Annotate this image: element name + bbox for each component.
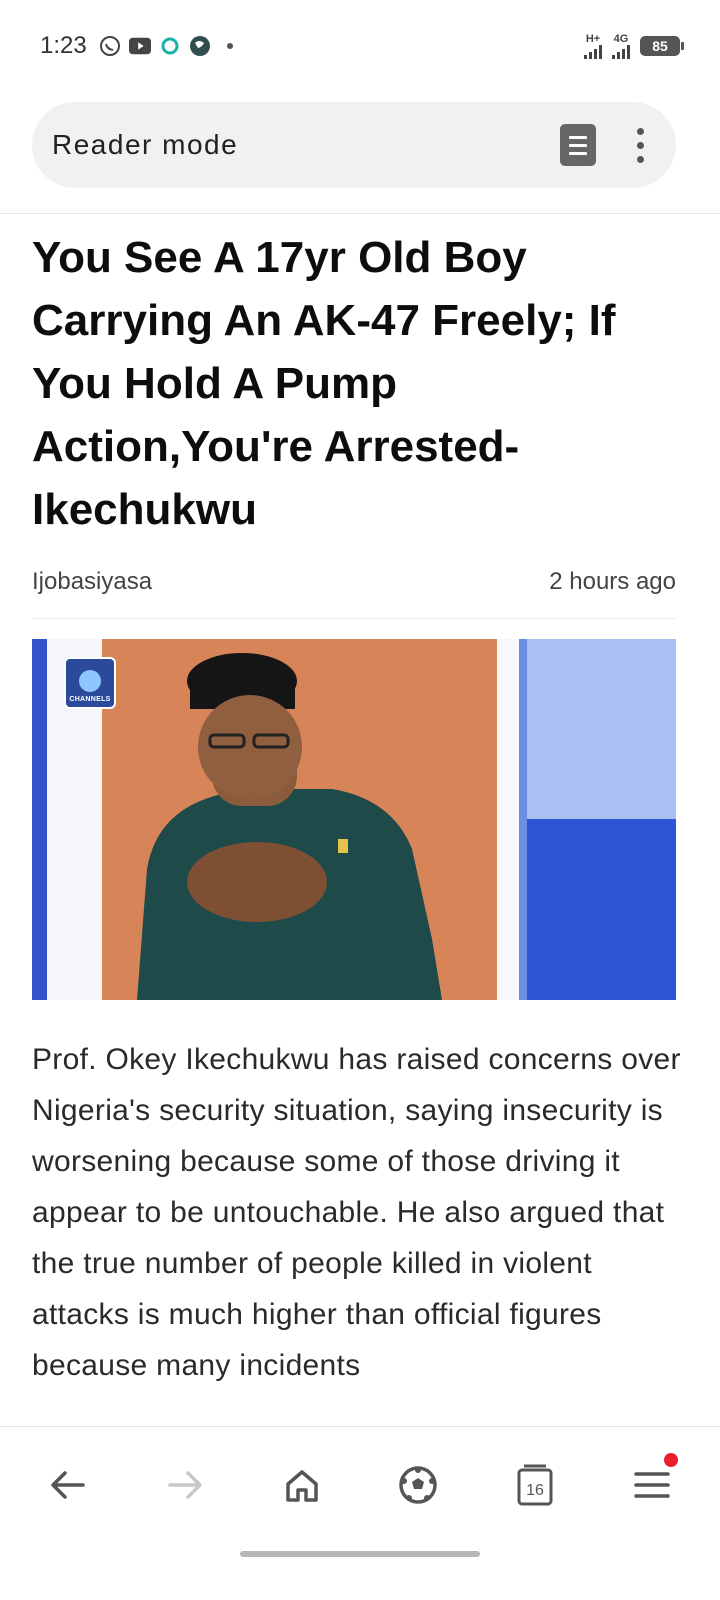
arrow-right-icon — [168, 1471, 202, 1499]
network-type-1: H+ — [585, 32, 601, 45]
battery-icon: 85 — [640, 36, 684, 56]
reader-page: 1:23 H+ 4G 85 Reader mode You See A 17yr… — [0, 0, 720, 1600]
more-vertical-icon — [636, 127, 644, 135]
home-icon — [285, 1470, 318, 1502]
hamburger-menu-icon — [633, 1472, 670, 1498]
youtube-icon — [128, 35, 151, 57]
bottom-navigation: 16 — [0, 1426, 720, 1600]
signal-1: H+ — [584, 32, 602, 59]
article-headline: You See A 17yr Old Boy Carrying An AK-47… — [32, 233, 616, 534]
signal-2: 4G — [612, 32, 630, 59]
article-image[interactable]: CHANNELS — [32, 639, 676, 1000]
tabs-button[interactable]: 16 — [507, 1457, 563, 1513]
signal-bars-icon — [584, 44, 602, 59]
more-vertical-icon-dot — [636, 141, 644, 149]
sync-icon — [159, 35, 181, 57]
home-button[interactable] — [274, 1457, 330, 1513]
document-icon-line — [569, 151, 587, 155]
network-type-2: 4G — [613, 32, 629, 45]
back-button[interactable] — [40, 1457, 96, 1513]
document-icon-line — [569, 143, 587, 147]
reader-mode-bar: Reader mode — [32, 102, 676, 188]
status-bar: 1:23 H+ 4G 85 — [0, 0, 720, 92]
battery-level: 85 — [652, 38, 668, 54]
tab-count: 16 — [526, 1482, 544, 1499]
meta-divider — [32, 618, 676, 619]
article-body: Prof. Okey Ikechukwu has raised concerns… — [32, 1043, 681, 1382]
status-right: H+ 4G 85 — [584, 32, 684, 59]
signal-bars-icon — [612, 44, 630, 59]
notification-dot — [663, 1453, 678, 1467]
dot-icon — [219, 35, 241, 57]
arrow-left-icon — [51, 1471, 86, 1499]
status-left: 1:23 — [40, 32, 241, 60]
reader-view-button[interactable] — [560, 124, 596, 166]
whatsapp-icon — [99, 35, 121, 57]
article-source[interactable]: Ijobasiyasa — [32, 568, 152, 596]
channels-logo-text: CHANNELS — [69, 696, 111, 703]
status-time: 1:23 — [40, 32, 87, 59]
reader-actions — [560, 124, 650, 166]
bottom-nav-row: 16 — [0, 1453, 720, 1513]
globe-icon — [189, 35, 211, 57]
tabs-icon: 16 — [517, 1464, 553, 1506]
article-image-illustration — [32, 639, 676, 1000]
article-meta: Ijobasiyasa 2 hours ago — [32, 568, 676, 596]
channels-logo: CHANNELS — [64, 657, 116, 709]
toolbar-divider — [0, 213, 720, 214]
reader-mode-title: Reader mode — [52, 129, 239, 160]
sports-button[interactable] — [390, 1457, 446, 1513]
soccer-ball-icon — [399, 1466, 438, 1504]
home-indicator[interactable] — [240, 1551, 480, 1557]
forward-button[interactable] — [157, 1457, 213, 1513]
globe-icon — [79, 670, 101, 692]
menu-button[interactable] — [624, 1453, 680, 1513]
more-vertical-icon-dot — [636, 155, 644, 163]
article-time: 2 hours ago — [549, 568, 676, 595]
more-options-button[interactable] — [630, 124, 650, 166]
document-icon — [569, 135, 587, 139]
